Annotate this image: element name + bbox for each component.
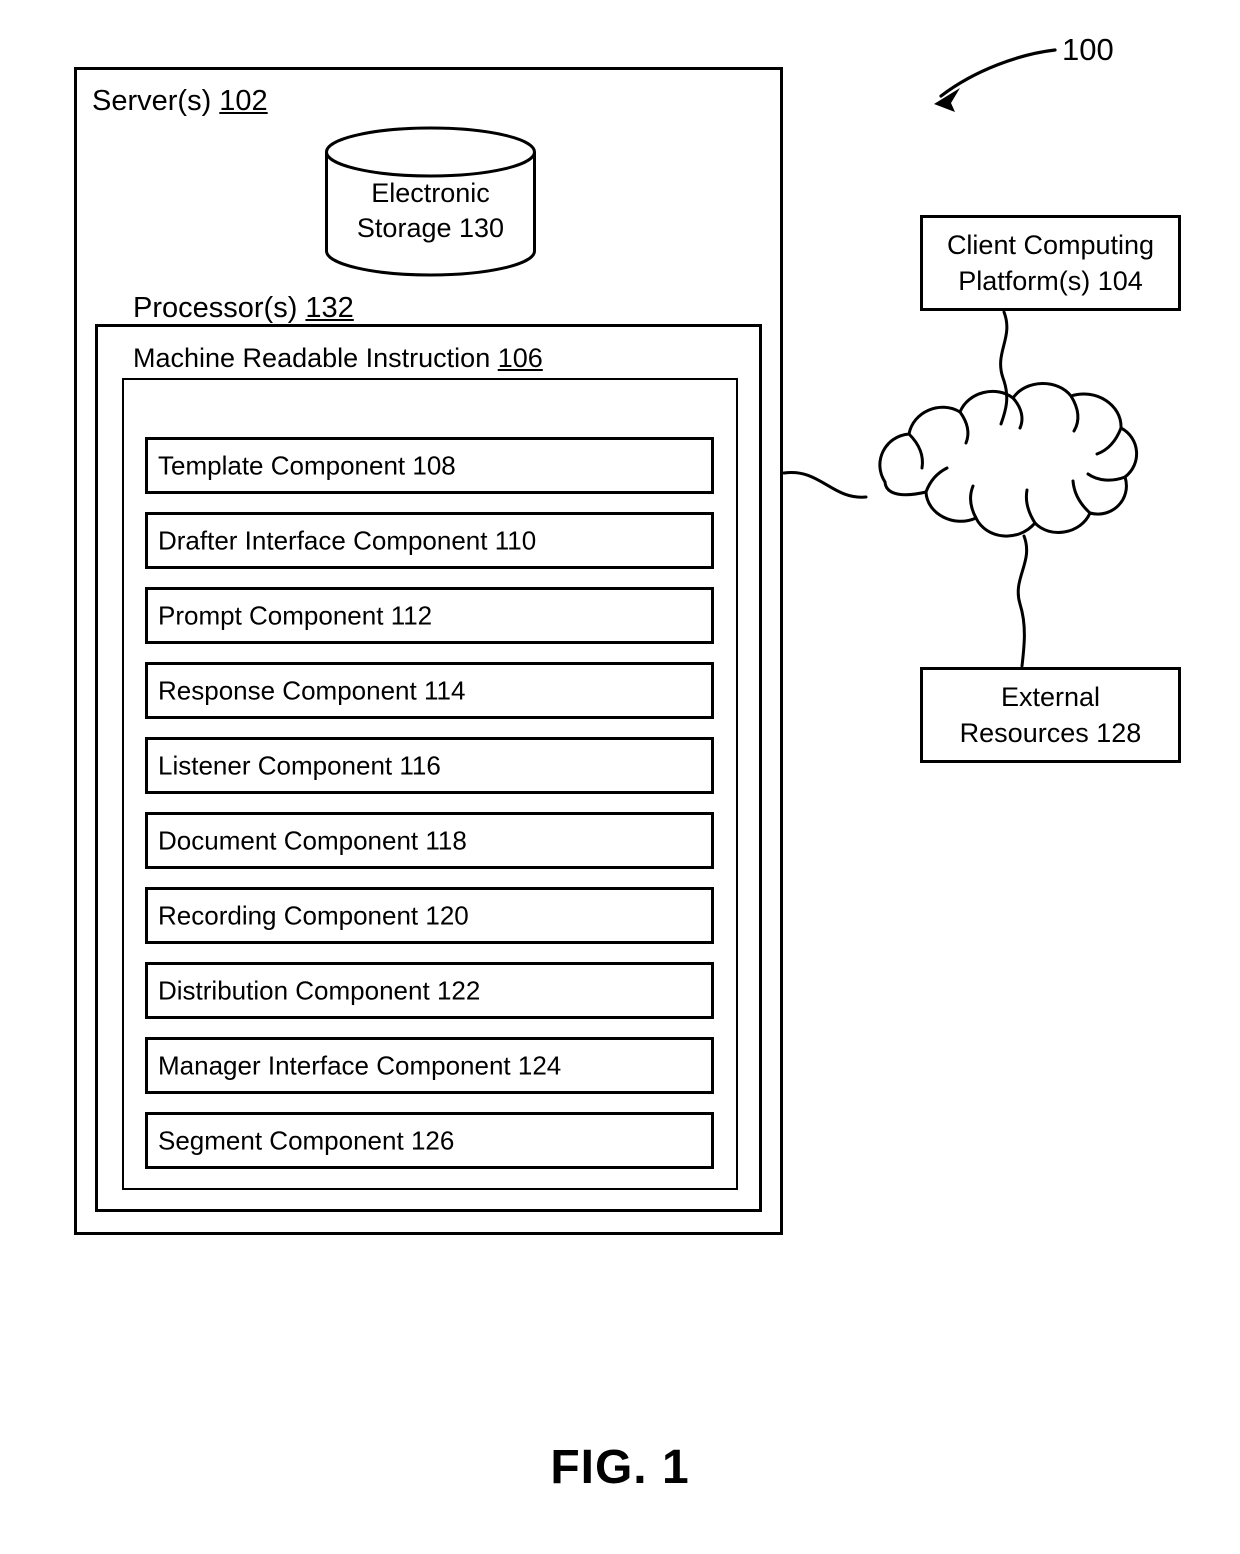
- component-label-text: Manager Interface Component: [158, 1050, 511, 1080]
- electronic-storage-line2: Storage: [356, 213, 452, 244]
- server-ref: 102: [219, 85, 268, 117]
- component-label: Manager Interface Component 124: [158, 1050, 561, 1081]
- component-box: Segment Component 126: [145, 1112, 714, 1169]
- client-computing-platform-label: Client Computing Platform(s) 104: [920, 228, 1181, 299]
- component-box: Manager Interface Component 124: [145, 1037, 714, 1094]
- component-label: Prompt Component 112: [158, 600, 432, 631]
- component-list: Template Component 108 Drafter Interface …: [145, 437, 714, 1187]
- connector-client-to-cloud: [999, 310, 1009, 426]
- component-label: Template Component 108: [158, 450, 456, 481]
- component-ref: 110: [494, 525, 537, 555]
- machine-readable-instruction-label: Machine Readable Instruction 106: [133, 343, 543, 375]
- electronic-storage-line1: Electronic: [371, 178, 490, 208]
- component-label-text: Document Component: [158, 825, 419, 855]
- machine-readable-instruction-text: Machine Readable Instruction: [133, 343, 491, 373]
- component-ref: 124: [517, 1050, 562, 1080]
- component-label-text: Response Component: [158, 675, 417, 705]
- patent-figure-1: 100 Server(s) 102 Electronic Storage 130…: [0, 0, 1240, 1554]
- component-label-text: Template Component: [158, 450, 406, 480]
- component-box: Drafter Interface Component 110: [145, 512, 714, 569]
- client-computing-platform-line1: Client Computing: [946, 230, 1155, 260]
- ref-100-arrow-icon: [934, 48, 1057, 112]
- component-label-text: Distribution Component: [158, 975, 430, 1005]
- component-ref: 120: [425, 900, 469, 930]
- component-label-text: Listener Component: [158, 750, 393, 780]
- component-label-text: Drafter Interface Component: [158, 525, 488, 555]
- component-ref: 122: [436, 975, 481, 1005]
- component-label: Response Component 114: [158, 675, 465, 706]
- electronic-storage-label: Electronic Storage 130: [325, 176, 536, 246]
- component-box: Prompt Component 112: [145, 587, 714, 644]
- server-label-text: Server(s): [92, 85, 212, 117]
- component-ref: 112: [390, 600, 433, 630]
- component-ref: 116: [399, 750, 441, 780]
- external-resources-line2: Resources: [959, 717, 1089, 748]
- component-label-text: Segment Component: [158, 1125, 404, 1155]
- processor-label-text: Processor(s): [133, 292, 298, 324]
- machine-readable-instruction-ref: 106: [497, 343, 543, 373]
- component-box: Distribution Component 122: [145, 962, 714, 1019]
- component-box: Response Component 114: [145, 662, 714, 719]
- component-label-text: Prompt Component: [158, 600, 384, 630]
- processor-label: Processor(s) 132: [133, 291, 354, 325]
- external-resources-ref: 128: [1096, 717, 1142, 748]
- reference-numeral-100: 100: [1062, 32, 1114, 67]
- component-box: Template Component 108: [145, 437, 714, 494]
- external-resources-label: External Resources 128: [920, 680, 1181, 751]
- component-label-text: Recording Component: [158, 900, 419, 930]
- network-cloud-icon: [878, 382, 1139, 538]
- client-computing-platform-ref: 104: [1097, 265, 1143, 296]
- connector-server-to-cloud: [782, 471, 868, 499]
- server-label: Server(s) 102: [92, 84, 268, 118]
- client-computing-platform-line2: Platform(s): [958, 265, 1091, 296]
- component-label: Document Component 118: [158, 825, 467, 856]
- component-ref: 118: [425, 825, 467, 855]
- component-ref: 126: [410, 1125, 455, 1155]
- component-label: Recording Component 120: [158, 900, 469, 931]
- component-label: Segment Component 126: [158, 1125, 454, 1156]
- figure-caption: FIG. 1: [550, 1441, 690, 1494]
- processor-ref: 132: [305, 292, 354, 324]
- component-box: Document Component 118: [145, 812, 714, 869]
- component-box: Recording Component 120: [145, 887, 714, 944]
- external-resources-line1: External: [1000, 682, 1101, 712]
- component-label: Drafter Interface Component 110: [158, 525, 536, 556]
- component-ref: 108: [412, 450, 456, 480]
- component-ref: 114: [423, 675, 466, 705]
- component-label: Listener Component 116: [158, 750, 441, 781]
- component-label: Distribution Component 122: [158, 975, 480, 1006]
- connector-cloud-to-external: [1016, 534, 1029, 668]
- electronic-storage-ref: 130: [459, 213, 505, 244]
- component-box: Listener Component 116: [145, 737, 714, 794]
